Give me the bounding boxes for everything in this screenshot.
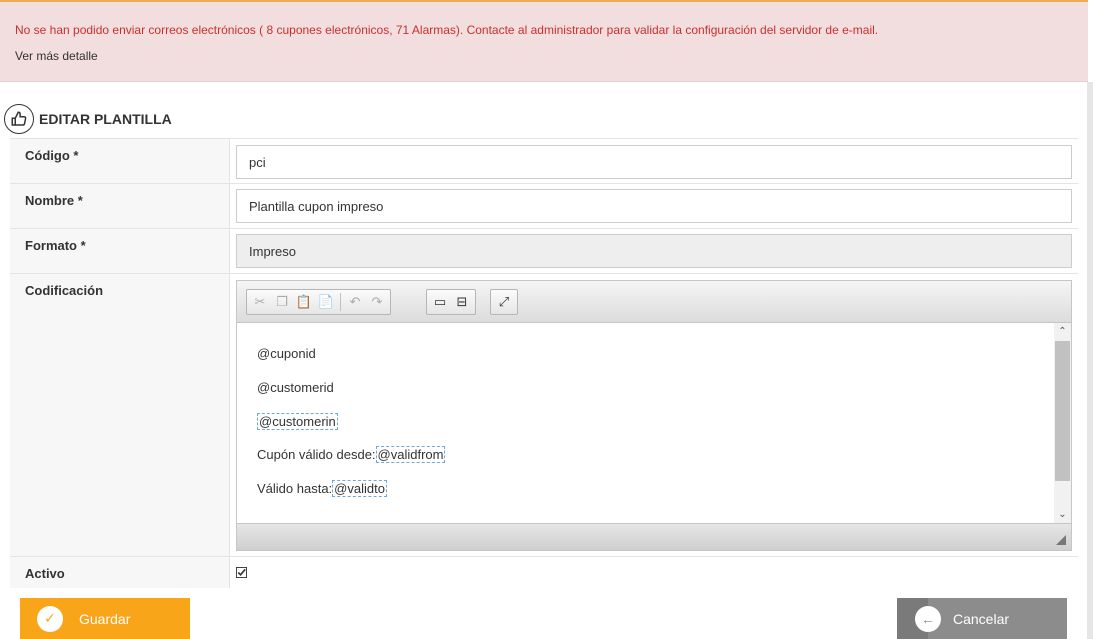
page-title-text: EDITAR PLANTILLA <box>39 111 172 127</box>
rich-text-editor[interactable]: ✂ ❐ 📋 📄 ↶ ↷ ▭ ⊟ ⤢ @cuponid @customerid @… <box>236 280 1072 551</box>
placeholder-field[interactable]: @validto <box>332 480 387 497</box>
codigo-label: Código * <box>25 148 79 163</box>
clipboard-group: ✂ ❐ 📋 📄 ↶ ↷ <box>246 289 391 315</box>
redo-icon[interactable]: ↷ <box>366 291 388 313</box>
checkbox-checked-icon <box>236 567 247 578</box>
content-line: Cupón válido desde: @validfrom <box>257 446 446 463</box>
maximize-icon[interactable]: ⤢ <box>493 291 515 313</box>
codificacion-label: Codificación <box>25 283 104 298</box>
row-codigo: Código * <box>10 138 1078 183</box>
undo-icon[interactable]: ↶ <box>344 291 366 313</box>
content-line: @customerid <box>257 380 334 395</box>
scroll-thumb[interactable] <box>1055 341 1070 481</box>
check-icon: ✓ <box>37 605 63 632</box>
alert-message: No se han podido enviar correos electrón… <box>15 23 879 37</box>
formato-label: Formato * <box>25 238 86 253</box>
content-line: @customerin <box>257 413 338 430</box>
scroll-up-icon[interactable]: ⌃ <box>1054 323 1071 340</box>
editor-content[interactable]: @cuponid @customerid @customerin Cupón v… <box>237 323 1071 523</box>
page-title: EDITAR PLANTILLA <box>4 104 172 134</box>
nombre-label: Nombre * <box>25 193 83 208</box>
paste-text-icon[interactable]: 📄 <box>315 291 337 313</box>
content-line: Válido hasta: @validto <box>257 480 387 497</box>
codigo-input[interactable] <box>236 145 1072 179</box>
editor-statusbar <box>237 523 1071 550</box>
row-nombre: Nombre * <box>10 183 1078 228</box>
placeholder-field[interactable]: @validfrom <box>375 446 446 463</box>
row-formato: Formato * <box>10 228 1078 273</box>
resize-handle-icon[interactable] <box>1056 535 1066 545</box>
editor-scrollbar[interactable]: ⌃ ⌄ <box>1054 323 1071 523</box>
view-group: ⤢ <box>490 289 518 315</box>
thumbs-up-icon <box>4 104 34 134</box>
row-codificacion: Codificación ✂ ❐ 📋 📄 ↶ ↷ ▭ ⊟ ⤢ @cuponid … <box>10 273 1078 556</box>
insert-block-icon[interactable]: ⊟ <box>451 291 473 313</box>
save-button[interactable]: ✓ Guardar <box>20 598 190 639</box>
content-line: @cuponid <box>257 346 316 361</box>
editor-toolbar: ✂ ❐ 📋 📄 ↶ ↷ ▭ ⊟ ⤢ <box>237 281 1071 323</box>
insert-field-icon[interactable]: ▭ <box>429 291 451 313</box>
arrow-left-icon: ← <box>915 605 941 632</box>
alert-detail-link[interactable]: Ver más detalle <box>15 49 98 63</box>
activo-label: Activo <box>25 566 65 581</box>
paste-icon[interactable]: 📋 <box>293 291 315 313</box>
page-scrollbar[interactable] <box>1087 82 1093 639</box>
formato-input <box>236 234 1072 268</box>
save-button-label: Guardar <box>79 610 131 627</box>
nombre-input[interactable] <box>236 189 1072 223</box>
cancel-button-label: Cancelar <box>953 610 1010 627</box>
insert-group: ▭ ⊟ <box>426 289 476 315</box>
email-error-alert: No se han podido enviar correos electrón… <box>0 0 1088 82</box>
activo-checkbox[interactable] <box>236 567 247 581</box>
row-activo: Activo <box>10 556 1078 588</box>
copy-icon[interactable]: ❐ <box>271 291 293 313</box>
scroll-down-icon[interactable]: ⌄ <box>1054 506 1071 523</box>
cancel-button[interactable]: ← Cancelar <box>897 598 1067 639</box>
cut-icon[interactable]: ✂ <box>249 291 271 313</box>
placeholder-field[interactable]: @customerin <box>257 413 338 430</box>
